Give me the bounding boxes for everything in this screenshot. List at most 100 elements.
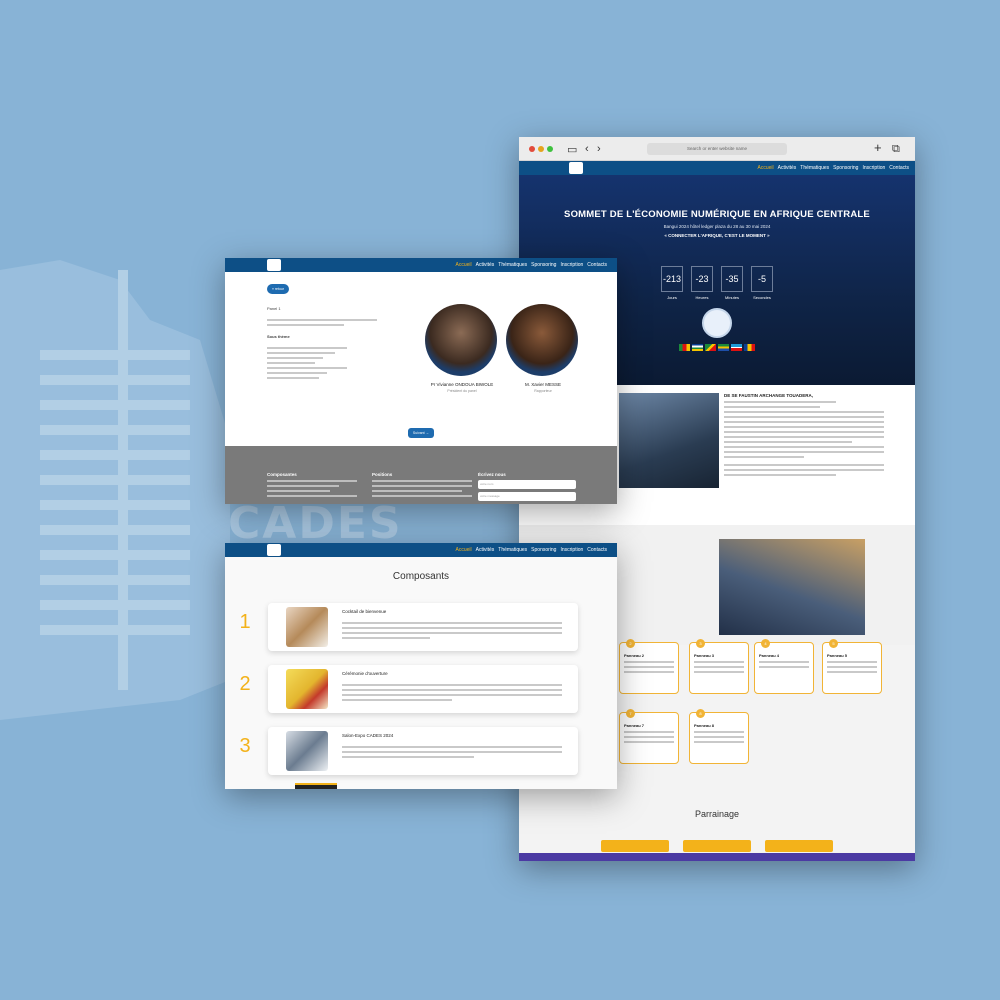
component-card[interactable]: 3 Salon-Expo CADES 2024 [239,727,578,775]
panel-card-8[interactable]: 8 Panneau 8 [689,709,749,764]
new-tab-icon[interactable]: + [874,140,882,155]
footer-col-title: Positions [372,472,393,477]
countdown-hours: -23 Heures [691,266,713,300]
nav-contacts[interactable]: Contacts [889,165,909,171]
card-title: Cérémonie d'ouverture [342,671,388,676]
nav-activites[interactable]: Activités [778,165,797,171]
panel-card-4[interactable]: 4 Panneau 4 [754,639,814,694]
sponsor-buttons [601,840,833,852]
maximize-window-icon[interactable] [547,146,553,152]
nav-contacts[interactable]: Contacts [587,262,607,268]
subtheme-label: Sous thème [267,334,290,339]
panel-label: Panel 1 [267,306,281,311]
speaker-name: Pr Vivianne ONDOUA BIWOLE [430,382,494,387]
countdown-minutes: -35 Minutes [721,266,743,300]
countdown-seconds: -5 Secondes [751,266,773,300]
card-title: Cocktail de bienvenue [342,609,387,614]
nav-activites[interactable]: Activités [476,547,495,553]
nav-accueil[interactable]: Accueil [456,262,472,268]
site-logo[interactable] [267,259,281,271]
speaker-photo [506,304,578,376]
card-number: 3 [239,735,251,757]
president-heading: DE SE FAUSTIN ARCHANGE TOUADERA, [724,393,814,398]
next-button[interactable]: Suivant → [408,428,434,438]
nav-sponsoring[interactable]: Sponsoring [531,547,556,553]
footer-message-input[interactable]: votre message [478,492,576,501]
president-text: DE SE FAUSTIN ARCHANGE TOUADERA, [724,393,884,476]
minimize-window-icon[interactable] [538,146,544,152]
card-number: 1 [239,611,251,633]
nav-sponsoring[interactable]: Sponsoring [531,262,556,268]
speaker-name: M. Xavier MESSE [524,382,561,387]
site-logo[interactable] [267,544,281,556]
browser-toolbar: ▭ ‹ › Search or enter website name + ⧉ [519,137,915,161]
panel-detail-page: Accueil Activités Thématiques Sponsoring… [225,258,617,504]
nav-inscription[interactable]: Inscription [862,165,885,171]
flag-icon [705,344,716,351]
site-logo[interactable] [569,162,583,174]
panel-card-2[interactable]: 2 Panneau 2 [619,639,679,694]
card-image [286,731,328,771]
flag-icon [718,344,729,351]
site-nav: Accueil Activités Thématiques Sponsoring… [225,258,617,272]
speaker-photo [425,304,497,376]
sponsor-button[interactable] [683,840,751,852]
nav-contacts[interactable]: Contacts [587,547,607,553]
panel-card-7[interactable]: 7 Panneau 7 [619,709,679,764]
footer-bar [519,853,915,861]
card-image [286,669,328,709]
nav-accueil[interactable]: Accueil [456,547,472,553]
card-title: Salon-Expo CADES 2024 [342,733,394,738]
speaker-role: Président du panel [447,389,477,393]
site-footer: Composantes Positions Écrivez nous votre… [225,446,617,504]
nav-inscription[interactable]: Inscription [560,547,583,553]
countdown-days: -213 Jours [661,266,683,300]
flag-icon [731,344,742,351]
back-arrow-icon[interactable]: ‹ [585,143,589,155]
nav-sponsoring[interactable]: Sponsoring [833,165,858,171]
card-description [342,743,562,758]
hero-subtitle: Bangui 2024 hôtel ledger plaza du 28 au … [663,224,771,229]
card-image [295,783,337,789]
sidebar-icon[interactable]: ▭ [567,143,577,156]
component-card[interactable]: 2 Cérémonie d'ouverture [239,665,578,713]
forward-arrow-icon[interactable]: › [597,143,601,155]
panel-description [267,316,377,326]
card-description [342,619,562,639]
nav-activites[interactable]: Activités [476,262,495,268]
cades-watermark: CADES [228,498,403,549]
president-photo [619,393,719,488]
panel-card-3[interactable]: 3 Panneau 3 [689,639,749,694]
footer-name-input[interactable]: votre nom [478,480,576,489]
flag-icon [692,344,703,351]
nav-thematiques[interactable]: Thématiques [800,165,829,171]
site-nav: Accueil Activités Thématiques Sponsoring… [225,543,617,557]
hero-tagline: « CONNECTER L'AFRIQUE, C'EST LE MOMENT » [664,233,770,238]
back-button[interactable]: « retour [267,284,289,294]
nav-accueil[interactable]: Accueil [758,165,774,171]
nav-inscription[interactable]: Inscription [560,262,583,268]
tabs-overview-icon[interactable]: ⧉ [892,143,900,156]
page-title: Composants [392,571,450,582]
component-card[interactable]: 1 Cocktail de bienvenue [239,603,578,651]
components-page: Accueil Activités Thématiques Sponsoring… [225,543,617,789]
flag-icon [679,344,690,351]
card-image [286,607,328,647]
nav-thematiques[interactable]: Thématiques [498,547,527,553]
url-bar[interactable]: Search or enter website name [647,143,787,155]
sponsoring-title: Parrainage [694,809,740,819]
card-number: 2 [239,673,251,695]
hero-title: SOMMET DE L'ÉCONOMIE NUMÉRIQUE EN AFRIQU… [564,209,870,220]
commission-chair-photo [719,539,865,635]
panel-card-5[interactable]: 5 Panneau 5 [822,639,882,694]
sponsor-button[interactable] [601,840,669,852]
close-window-icon[interactable] [529,146,535,152]
footer-col-title: Composantes [267,472,297,477]
sponsor-button[interactable] [765,840,833,852]
nav-thematiques[interactable]: Thématiques [498,262,527,268]
subtheme-list [267,344,347,379]
speaker-role: Rapporteur [534,389,552,393]
flag-icon [744,344,755,351]
card-description [342,681,562,701]
site-nav: Accueil Activités Thématiques Sponsoring… [519,161,915,175]
